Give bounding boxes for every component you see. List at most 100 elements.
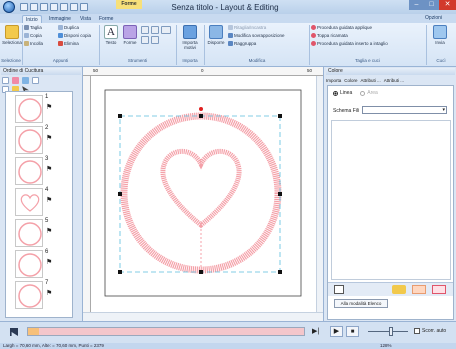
stop-button[interactable]: ■ [346, 326, 359, 337]
applique-wizard-button[interactable]: Procedura guidata applique [311, 25, 421, 30]
vertical-scrollbar[interactable] [316, 76, 323, 312]
arrange-icon [209, 25, 223, 39]
design-canvas[interactable] [91, 76, 316, 312]
tab-attributes-1[interactable]: Attributi ... [361, 78, 381, 83]
select-button[interactable]: Seleziona [2, 25, 22, 45]
stitch-order-toolbar [2, 76, 80, 85]
heart-color-icon-2[interactable] [432, 285, 446, 294]
list-item[interactable]: 2 ⚑ [8, 125, 70, 154]
save-icon[interactable] [40, 3, 48, 11]
list-item[interactable]: 1 ⚑ [8, 94, 70, 123]
radio-area-label: Area [367, 90, 378, 96]
heart-color-icon-1[interactable] [412, 285, 426, 294]
new-file-icon[interactable] [20, 3, 28, 11]
stitch-progress-bar[interactable] [27, 327, 305, 336]
stitch-order-number: 7 [45, 280, 49, 286]
color-sort-icon[interactable] [12, 77, 19, 84]
go-end-icon[interactable]: ▶| [312, 327, 319, 335]
cut-button[interactable]: Taglia [24, 25, 60, 30]
speed-slider-thumb[interactable] [389, 327, 393, 336]
applique-label: Procedura guidata applique [317, 25, 373, 30]
star-shape-icon [123, 25, 137, 39]
rotate-handle[interactable] [199, 107, 203, 111]
ruler-mark: 0 [201, 68, 204, 73]
zoom-in-icon[interactable] [141, 26, 149, 34]
auto-scroll-checkbox[interactable] [414, 328, 420, 334]
measure-icon[interactable] [151, 36, 159, 44]
list-mode-button[interactable]: Alla modalità Elenco [334, 299, 388, 308]
open-file-icon[interactable] [30, 3, 38, 11]
speed-slider[interactable] [368, 331, 408, 332]
text-tool-label: Testo [105, 40, 117, 45]
list-item[interactable]: 5 ⚑ [8, 218, 70, 247]
maximize-button[interactable]: □ [424, 0, 439, 10]
preview-icon[interactable] [70, 3, 78, 11]
delete-button[interactable]: Elimina [58, 41, 98, 46]
dispose-button[interactable]: Disporre [206, 25, 226, 45]
application-menu-button[interactable] [3, 1, 15, 13]
grid-view-icon[interactable] [334, 285, 344, 294]
zoom-out-icon[interactable] [151, 26, 159, 34]
undo-icon[interactable] [50, 3, 58, 11]
edit-overlap-button[interactable]: Modifica sovrapposizione [228, 33, 308, 38]
grid-icon[interactable] [32, 77, 39, 84]
arrange-copy-label: Disponi copia [64, 33, 92, 38]
color-panel: Colore Importa Colore Attributi ... Attr… [323, 67, 456, 322]
send-button[interactable]: Invia [429, 25, 451, 45]
tab-import[interactable]: Importa [326, 78, 341, 83]
horizontal-scrollbar[interactable] [83, 312, 323, 321]
group-button[interactable]: Raggruppa [228, 41, 308, 46]
shapes-tool-label: Forme [123, 40, 137, 45]
arrange-copy-button[interactable]: Disponi copia [58, 33, 98, 38]
list-item[interactable]: 3 ⚑ [8, 156, 70, 185]
list-item[interactable]: 4 ⚑ [8, 187, 70, 216]
minimize-button[interactable]: – [409, 0, 424, 10]
shapes-tool-button[interactable]: Forme [121, 25, 139, 45]
dispose-label: Disporre [207, 40, 225, 45]
options-menu[interactable]: Opzioni [425, 15, 442, 21]
tab-color[interactable]: Colore [344, 78, 357, 83]
import-patterns-button[interactable]: Importa motivi [179, 25, 201, 50]
group-label-applique: Taglia e cuci [355, 58, 380, 63]
tab-attributes-2[interactable]: Attributi ... [384, 78, 404, 83]
radio-line-label: Linea [340, 90, 353, 96]
go-start-icon[interactable] [10, 328, 18, 336]
paste-button[interactable]: Incolla [24, 41, 60, 46]
list-item[interactable]: 7 ⚑ [8, 280, 70, 309]
tab-immagine[interactable]: Immagine [46, 15, 74, 23]
duplicate-icon [58, 25, 63, 30]
overlap-label: Modifica sovrapposizione [234, 33, 285, 38]
tab-forme[interactable]: Forme [96, 15, 116, 23]
zoom-dropdown-icon[interactable] [161, 26, 171, 34]
radio-area[interactable]: Area [360, 90, 378, 96]
cutwork-wizard-button[interactable]: Procedura guidata inserto a intaglio [311, 41, 421, 46]
trim-label: Ritaglia/Incastra [234, 25, 267, 30]
radio-line[interactable]: Linea [333, 90, 352, 96]
play-button[interactable]: ▶ [330, 326, 343, 337]
send-icon [433, 25, 447, 39]
thread-chart-select[interactable]: ▾ [362, 106, 447, 114]
redo-icon[interactable] [60, 3, 68, 11]
print-icon[interactable] [80, 3, 88, 11]
thread-color-list[interactable] [331, 120, 451, 280]
zoom-level: 128% [380, 343, 392, 348]
text-tool-button[interactable]: A Testo [102, 25, 120, 45]
list-item[interactable]: 6 ⚑ [8, 249, 70, 278]
duplicate-button[interactable]: Duplica [58, 25, 98, 30]
copy-button[interactable]: Copia [24, 33, 60, 38]
cut-label: Taglia [30, 25, 42, 30]
thread-spool-icon[interactable] [392, 285, 406, 294]
horizontal-ruler: 50 0 50 [83, 67, 323, 76]
embroidered-patch-button[interactable]: Toppa ricamata [311, 33, 421, 38]
status-text: Largh = 70,60 mm, Alte: = 70,60 mm, Punt… [3, 343, 104, 348]
sewing-machine-icon: ⚑ [46, 290, 53, 297]
thumbnail-circle-icon [18, 222, 42, 246]
tab-inizio[interactable]: Inizio [22, 15, 42, 23]
trim-nest-button[interactable]: Ritaglia/Incastra [228, 25, 308, 30]
move-icon[interactable] [22, 77, 29, 84]
thumbnail-circle-icon [18, 98, 42, 122]
pan-icon[interactable] [141, 36, 149, 44]
tab-vista[interactable]: Vista [77, 15, 94, 23]
view-mode-icon[interactable] [2, 77, 9, 84]
close-button[interactable]: ✕ [439, 0, 456, 10]
